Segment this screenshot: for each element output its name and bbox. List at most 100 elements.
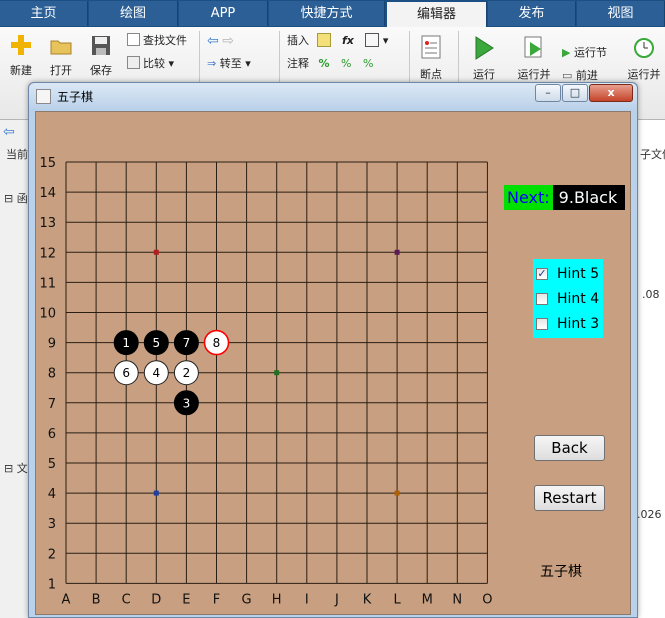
black-stone: 7	[173, 330, 199, 356]
tab-publish[interactable]: 发布	[488, 1, 576, 26]
row-label: 5	[48, 457, 56, 472]
checkbox[interactable]	[536, 293, 548, 305]
row-label: 13	[39, 216, 56, 231]
white-stone: 2	[173, 360, 199, 386]
row-label: 2	[48, 547, 56, 562]
window-title: 五子棋	[57, 90, 94, 104]
compare-label: 比较	[143, 57, 165, 70]
column-label: C	[122, 592, 131, 607]
tab-editor[interactable]: 编辑器	[387, 2, 487, 27]
ribbon-tab-bar: 主页 绘图 APP 快捷方式 编辑器 发布 视图	[0, 0, 665, 27]
column-label: B	[92, 592, 101, 607]
column-label: E	[182, 592, 190, 607]
figure-window: 五子棋 – □ x A B C D E F G H I J K L M N O 1 2 3 4 5 6 7 8 9 10 11 12…	[28, 82, 638, 618]
percent-icon: %	[318, 57, 330, 70]
goto-icon: ⇒	[207, 57, 217, 70]
nav-back-icon[interactable]: ⇦	[3, 124, 15, 140]
hint-5-checkbox[interactable]: ✓ Hint 5	[533, 264, 599, 284]
open-label: 打开	[50, 64, 72, 77]
advance-label: 前进	[575, 69, 598, 82]
functions-node[interactable]: ⊟ 函	[4, 190, 28, 206]
next-move-indicator: Next: 9.Black	[504, 185, 625, 210]
matlab-figure-icon	[36, 89, 51, 104]
run-advance-button[interactable]: 运行并	[516, 33, 552, 82]
row-label: 15	[39, 156, 56, 171]
tab-home[interactable]: 主页	[0, 1, 88, 26]
restart-button[interactable]: Restart	[534, 485, 605, 511]
new-label: 新建	[10, 64, 32, 77]
functions-label: 函	[16, 192, 28, 205]
column-label: J	[334, 592, 339, 607]
column-label: K	[363, 592, 372, 607]
fx-icon: fx	[342, 34, 354, 47]
tab-apps[interactable]: APP	[179, 1, 268, 26]
goto-label: 转至	[219, 57, 242, 70]
new-button[interactable]: 新建	[6, 33, 36, 78]
breakpoints-label: 断点	[420, 68, 442, 81]
files-node[interactable]: ⊟ 文	[4, 460, 28, 476]
back-button[interactable]: Back	[534, 435, 605, 461]
open-button[interactable]: 打开	[46, 33, 76, 78]
column-label: N	[452, 592, 462, 607]
tab-shortcuts[interactable]: 快捷方式	[269, 1, 385, 26]
column-label: D	[151, 592, 161, 607]
minimize-button[interactable]: –	[535, 84, 561, 102]
stone-number: 6	[122, 366, 130, 380]
stone-number: 8	[213, 336, 221, 350]
run-time-label: 运行并	[627, 68, 661, 81]
hint-label: Hint 5	[557, 266, 600, 282]
column-label: O	[482, 592, 492, 607]
advance-icon: ▭	[562, 69, 573, 82]
star-point	[394, 490, 400, 496]
row-label: 8	[48, 367, 56, 382]
breakpoints-button[interactable]: 断点	[415, 33, 447, 82]
row-label: 12	[39, 246, 56, 261]
hint-3-checkbox[interactable]: Hint 3	[533, 314, 599, 334]
white-stone: 6	[113, 360, 139, 386]
hint-4-checkbox[interactable]: Hint 4	[533, 289, 599, 309]
stone-number: 1	[122, 336, 130, 350]
run-label: 运行	[473, 68, 495, 81]
run-time-button[interactable]: 运行并	[626, 33, 662, 82]
find-files-button[interactable]: 查找文件	[127, 32, 187, 50]
stone-number: 4	[152, 366, 160, 380]
white-stone: 8	[203, 329, 230, 356]
column-label: I	[305, 592, 309, 607]
row-label: 6	[48, 427, 56, 442]
compare-icon	[127, 56, 140, 69]
run-button[interactable]: 运行	[468, 33, 500, 82]
insert-button[interactable]: 插入 fx ▾	[287, 32, 388, 50]
back-nav-button[interactable]: ⇦ ⇨	[207, 32, 234, 50]
close-button[interactable]: x	[589, 84, 633, 102]
compare-button[interactable]: 比较 ▾	[127, 55, 174, 73]
save-button[interactable]: 保存	[86, 33, 116, 78]
column-label: M	[422, 592, 433, 607]
files-label: 文	[16, 462, 28, 475]
stone-number: 2	[183, 366, 191, 380]
board-coordinates: A B C D E F G H I J K L M N O123456789101112131415	[39, 156, 492, 607]
row-label: 14	[39, 186, 56, 201]
tab-plots[interactable]: 绘图	[89, 1, 178, 26]
window-title-bar[interactable]: 五子棋 – □ x	[29, 83, 637, 109]
find-files-icon	[127, 33, 140, 46]
checkbox[interactable]: ✓	[536, 268, 548, 280]
row-label: 10	[39, 307, 56, 322]
run-section-button[interactable]: ▶ 运行节	[562, 44, 607, 62]
collapse-icon: ⊟	[4, 462, 14, 475]
comment-button[interactable]: 注释 % % %	[287, 55, 373, 73]
star-point	[153, 490, 159, 496]
checkbox[interactable]	[536, 318, 548, 330]
black-stone: 1	[113, 330, 139, 356]
hint-label: Hint 3	[557, 316, 600, 332]
details-value-1: .08	[642, 288, 660, 301]
star-point	[394, 249, 400, 255]
row-label: 11	[39, 276, 56, 291]
stone-number: 7	[183, 336, 191, 350]
next-player-value: 9.Black	[552, 185, 625, 210]
tab-view[interactable]: 视图	[577, 1, 665, 26]
run-section-label: 运行节	[573, 46, 607, 59]
black-stone: 5	[143, 330, 169, 356]
find-files-label: 查找文件	[143, 34, 187, 47]
goto-button[interactable]: ⇒ 转至 ▾	[207, 55, 251, 73]
maximize-button[interactable]: □	[562, 84, 588, 102]
